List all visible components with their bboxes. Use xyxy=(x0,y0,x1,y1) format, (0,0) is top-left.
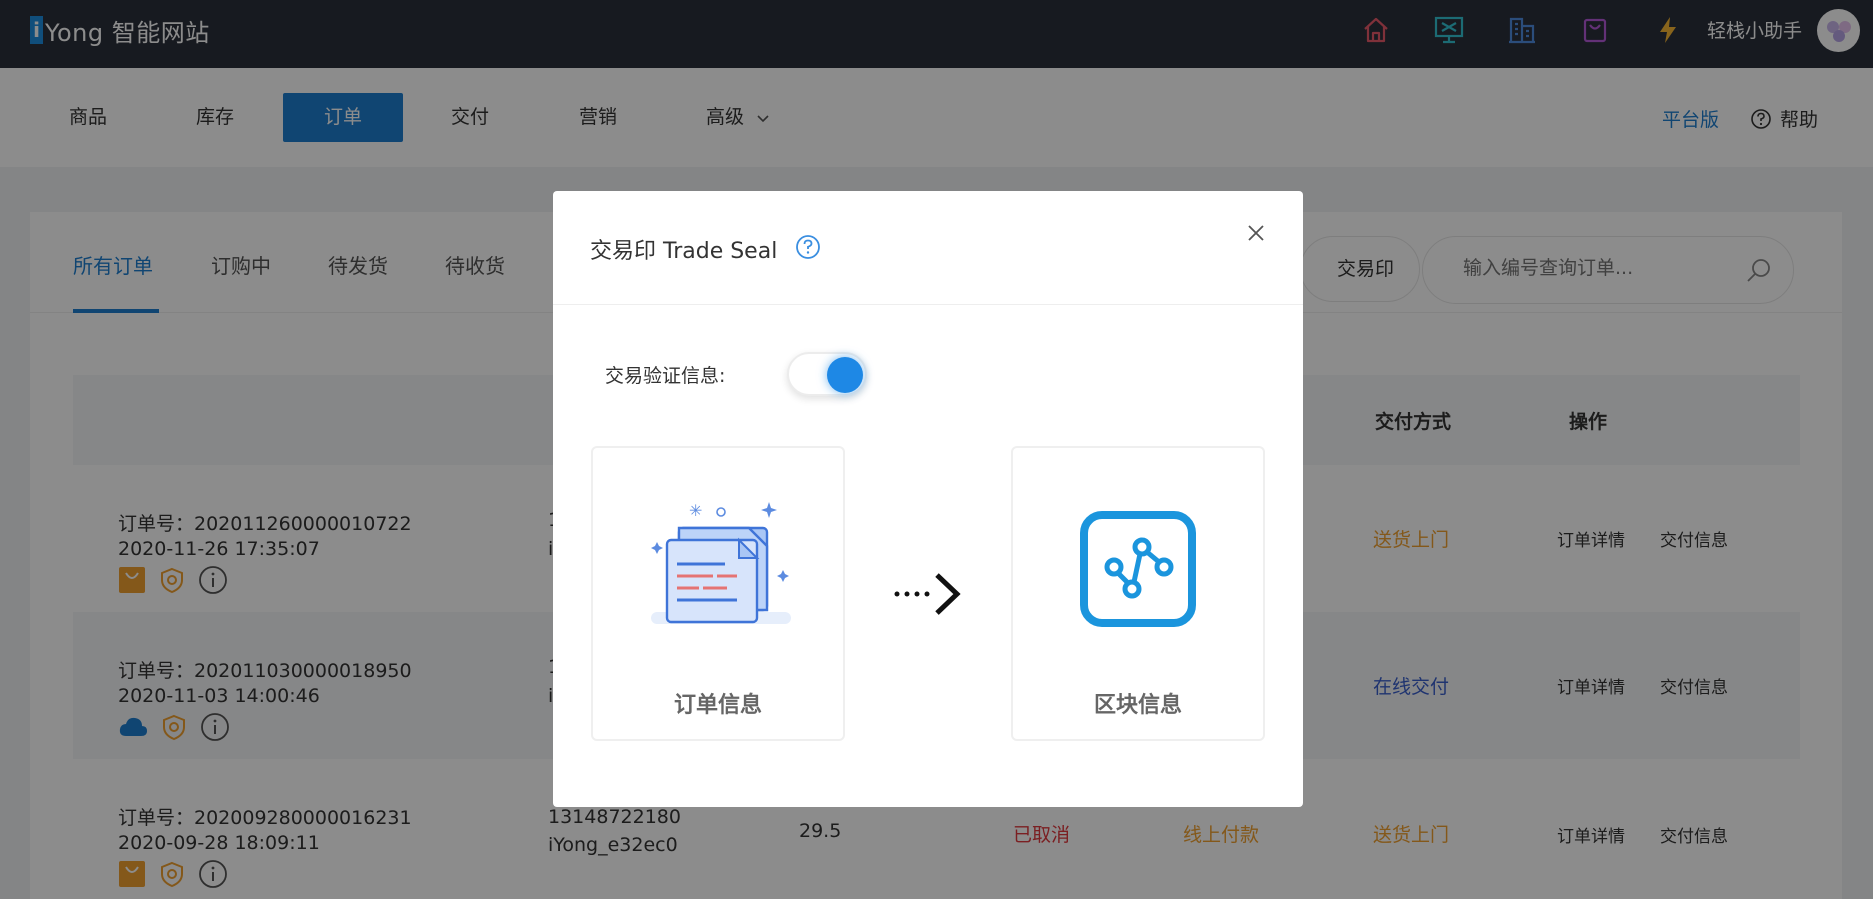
block-info-card[interactable]: 区块信息 xyxy=(1011,446,1265,741)
close-icon[interactable] xyxy=(1241,218,1271,248)
blockchain-icon xyxy=(1080,511,1196,631)
order-info-card[interactable]: ✳ 订单信息 xyxy=(591,446,845,741)
dialog-header: 交易印 Trade Seal xyxy=(553,191,1303,305)
verification-switch-label: 交易验证信息: xyxy=(605,365,726,387)
order-info-label: 订单信息 xyxy=(673,693,762,718)
question-circle-icon[interactable] xyxy=(795,234,821,264)
svg-text:✳: ✳ xyxy=(689,502,702,520)
block-info-label: 区块信息 xyxy=(1093,693,1182,718)
dotted-arrow-right-icon xyxy=(893,569,963,623)
documents-illustration-icon: ✳ xyxy=(641,501,801,646)
trade-seal-dialog: 交易印 Trade Seal 交易验证信息: ✳ 订单信息 区块信息 xyxy=(553,191,1303,807)
verification-toggle[interactable] xyxy=(787,352,867,396)
dialog-title: 交易印 Trade Seal xyxy=(590,239,778,264)
toggle-knob xyxy=(827,357,863,393)
